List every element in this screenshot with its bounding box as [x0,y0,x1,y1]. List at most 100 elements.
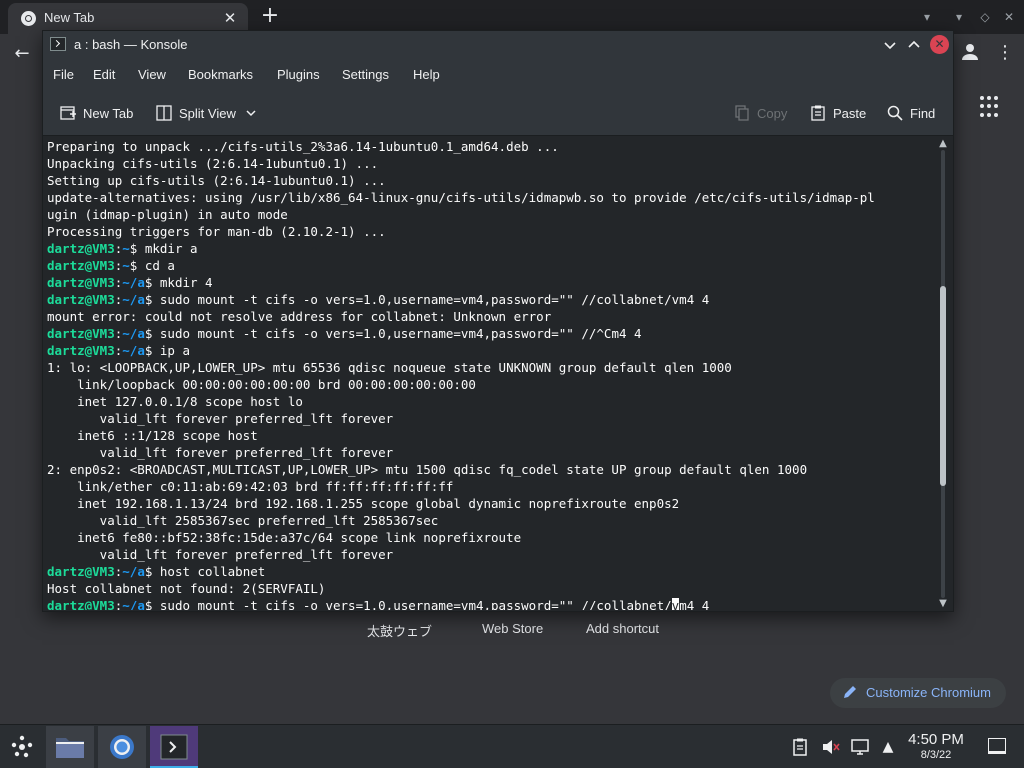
menu-file[interactable]: File [53,67,74,82]
terminal-output: Preparing to unpack .../cifs-utils_2%3a6… [47,138,933,610]
prompt-line: dartz@VM3:~/a$ mkdir 4 [47,274,933,291]
konsole-titlebar[interactable]: a : bash — Konsole ✕ [43,31,953,59]
output-line: Preparing to unpack .../cifs-utils_2%3a6… [47,138,933,155]
show-desktop-icon[interactable] [988,738,1006,754]
back-arrow-icon[interactable]: ← [10,42,34,66]
taskbar-konsole[interactable] [150,726,198,768]
split-view-button[interactable]: Split View [155,102,260,124]
output-line: Unpacking cifs-utils (2:6.14-1ubuntu0.1)… [47,155,933,172]
output-line: 1: lo: <LOOPBACK,UP,LOWER_UP> mtu 65536 … [47,359,933,376]
output-line: 2: enp0s2: <BROADCAST,MULTICAST,UP,LOWER… [47,461,933,478]
scroll-thumb[interactable] [940,286,946,487]
window-title: a : bash — Konsole [74,37,188,52]
menu-view[interactable]: View [138,67,166,82]
prompt-user: dartz@VM3 [47,292,115,307]
output-text: 2: enp0s2: <BROADCAST,MULTICAST,UP,LOWER… [47,462,808,477]
find-label: Find [910,105,936,121]
command-text: cd a [144,258,175,273]
copy-button[interactable]: Copy [733,102,787,124]
menu-help[interactable]: Help [413,67,440,82]
new-tab-button[interactable]: + [258,5,282,29]
taskbar-chromium[interactable] [98,726,146,768]
window-close-icon[interactable]: ✕ [1000,8,1018,26]
prompt-symbol: $ [144,343,160,358]
copy-label: Copy [757,105,788,121]
volume-muted-icon[interactable] [820,737,840,757]
prompt-line: dartz@VM3:~/a$ host collabnet [47,563,933,580]
menu-settings[interactable]: Settings [342,67,389,82]
prompt-symbol: $ [129,241,145,256]
menu-edit[interactable]: Edit [93,67,115,82]
minimize-icon[interactable] [881,36,899,54]
command-text: sudo mount -t cifs -o vers=1.0,username=… [159,326,642,341]
output-text: Preparing to unpack .../cifs-utils_2%3a6… [47,139,559,154]
command-text: mkdir 4 [159,275,213,290]
clipboard-icon[interactable] [790,737,810,757]
output-line: update-alternatives: using /usr/lib/x86_… [47,189,933,206]
folder-icon [55,735,85,763]
maximize-icon[interactable] [905,36,923,54]
apps-grid-icon[interactable] [980,96,1002,118]
find-button[interactable]: Find [886,102,935,124]
close-window-icon[interactable]: ✕ [930,35,949,54]
customize-chromium-button[interactable]: Customize Chromium [830,678,1006,708]
shortcut-taiko-web[interactable]: 太鼓ウェブ [367,621,432,640]
paste-icon [809,104,827,122]
prompt-path: ~/a [122,343,145,358]
command-text: mkdir a [144,241,198,256]
tab-search-icon[interactable]: ▾ [918,8,936,26]
output-text: valid_lft forever preferred_lft forever [47,411,394,426]
clock-time[interactable]: 4:50 PM [900,731,972,748]
output-text: inet 192.168.1.13/24 brd 192.168.1.255 s… [47,496,680,511]
output-line: Setting up cifs-utils (2:6.14-1ubuntu0.1… [47,172,933,189]
maximize-icon[interactable]: ◇ [976,8,994,26]
menu-plugins[interactable]: Plugins [277,67,320,82]
prompt-path: ~/a [122,326,145,341]
output-text: valid_lft 2585367sec preferred_lft 25853… [47,513,439,528]
new-tab-button[interactable]: New Tab [59,102,133,124]
search-icon [886,104,904,122]
chevron-down-icon[interactable] [242,104,260,122]
prompt-symbol: $ [144,292,160,307]
output-line: inet6 ::1/128 scope host [47,427,933,444]
menu-bookmarks[interactable]: Bookmarks [188,67,253,82]
scroll-down-icon[interactable]: ▼ [937,598,949,610]
network-icon[interactable] [850,737,870,757]
command-text: sudo mount -t cifs -o vers=1.0,username=… [159,292,710,307]
prompt-symbol: $ [129,258,145,273]
clock-date[interactable]: 8/3/22 [900,749,972,761]
profile-icon[interactable] [958,40,982,64]
prompt-path: ~/a [122,564,145,579]
prompt-user: dartz@VM3 [47,343,115,358]
paste-label: Paste [833,105,867,121]
output-line: ugin (idmap-plugin) in auto mode [47,206,933,223]
output-text: valid_lft forever preferred_lft forever [47,445,394,460]
tray-expand-icon[interactable]: ▲ [878,737,898,757]
new-tab-label: New Tab [83,105,134,121]
tab-title: New Tab [44,10,95,25]
output-line: Host collabnet not found: 2(SERVFAIL) [47,580,933,597]
kebab-menu-icon[interactable]: ⋮ [995,42,1015,66]
application-launcher-icon[interactable] [8,733,36,761]
terminal-area[interactable]: Preparing to unpack .../cifs-utils_2%3a6… [43,135,953,611]
minimize-icon[interactable]: ▾ [950,8,968,26]
shortcut-web-store[interactable]: Web Store [482,621,543,636]
close-tab-icon[interactable]: ✕ [220,8,240,28]
prompt-user: dartz@VM3 [47,241,115,256]
output-text: 1: lo: <LOOPBACK,UP,LOWER_UP> mtu 65536 … [47,360,732,375]
split-view-label: Split View [179,105,236,121]
prompt-path: ~/a [122,292,145,307]
scroll-up-icon[interactable]: ▲ [937,138,949,150]
command-text: sudo mount -t cifs -o vers=1.0,username=… [159,598,672,610]
konsole-icon [160,734,188,764]
shortcut-add[interactable]: Add shortcut [586,621,659,636]
output-text: mount error: could not resolve address f… [47,309,552,324]
taskbar-dolphin[interactable] [46,726,94,768]
paste-button[interactable]: Paste [809,102,866,124]
konsole-app-icon[interactable] [50,37,66,51]
output-text: inet 127.0.0.1/8 scope host lo [47,394,303,409]
chromium-logo-icon [21,11,36,26]
terminal-scrollbar[interactable]: ▲ ▼ [935,136,951,612]
output-line: valid_lft forever preferred_lft forever [47,546,933,563]
prompt-line: dartz@VM3:~/a$ ip a [47,342,933,359]
